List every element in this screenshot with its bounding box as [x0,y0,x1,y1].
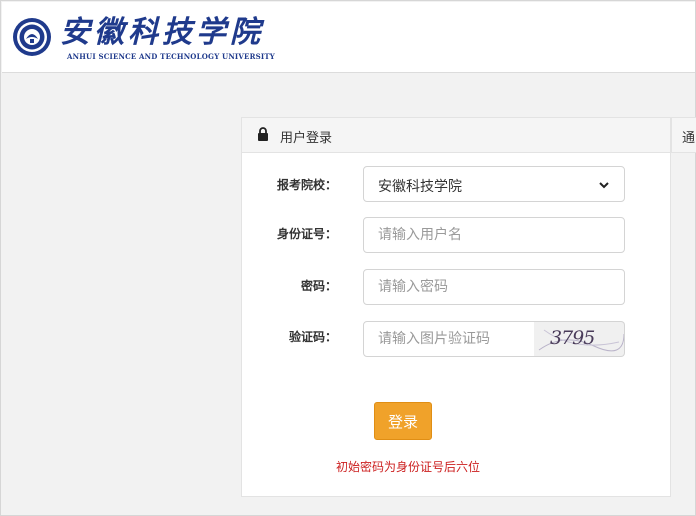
side-panel-title: 通 [682,131,696,146]
login-button[interactable]: 登录 [374,402,432,440]
id-number-label: 身份证号： [276,227,337,241]
login-panel-header: 用户登录 [242,118,670,153]
captcha-input[interactable] [363,321,535,357]
captcha-text: 3795 [550,327,595,349]
logo-chinese-name: 安徽科技学院 [60,15,264,50]
password-label: 密码： [300,279,337,293]
university-emblem-icon [13,18,51,56]
logo-english-name: ANHUI SCIENCE AND TECHNOLOGY UNIVERSITY [67,52,275,61]
login-panel: 用户登录 报考院校： 安徽科技学院 身份证号： 密码： 验证码： 3795 登录… [241,117,671,497]
login-panel-title: 用户登录 [280,131,333,146]
side-panel-header: 通 [671,117,696,153]
school-select[interactable]: 安徽科技学院 [363,166,625,202]
school-select-value: 安徽科技学院 [378,179,462,195]
password-hint: 初始密码为身份证号后六位 [335,460,480,474]
school-label: 报考院校： [276,178,337,192]
password-input[interactable] [363,269,625,305]
page-frame: 安徽科技学院 ANHUI SCIENCE AND TECHNOLOGY UNIV… [0,0,696,516]
chevron-down-icon [599,182,609,189]
id-number-input[interactable] [363,217,625,253]
captcha-label: 验证码： [288,330,337,344]
captcha-image[interactable]: 3795 [534,321,625,357]
header: 安徽科技学院 ANHUI SCIENCE AND TECHNOLOGY UNIV… [2,2,695,73]
lock-icon [258,127,268,141]
